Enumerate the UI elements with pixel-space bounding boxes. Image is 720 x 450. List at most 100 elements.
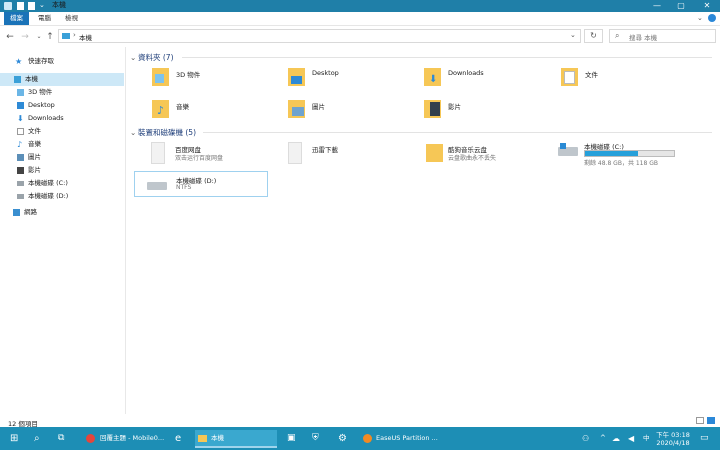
desktop-icon bbox=[291, 76, 302, 84]
network-icon bbox=[13, 209, 20, 216]
cube-icon bbox=[17, 89, 24, 96]
desktop-icon bbox=[17, 102, 24, 109]
breadcrumb-chevron-icon[interactable]: › bbox=[73, 31, 76, 39]
clock-date: 2020/4/18 bbox=[656, 439, 690, 447]
details-view-icon[interactable] bbox=[696, 417, 704, 424]
drive-usage-fill bbox=[585, 151, 638, 156]
windows-logo-icon bbox=[560, 143, 566, 149]
start-button[interactable]: ⊞ bbox=[10, 427, 18, 450]
address-dropdown-icon[interactable]: ⌄ bbox=[570, 31, 576, 39]
picture-icon bbox=[292, 107, 304, 116]
file-icon bbox=[288, 142, 302, 164]
easeus-icon bbox=[363, 434, 372, 443]
file-icon bbox=[151, 142, 165, 164]
folder-downloads[interactable]: ⬇ Downloads bbox=[424, 66, 544, 92]
up-button[interactable]: ↑ bbox=[45, 31, 55, 43]
breadcrumb-current[interactable]: 本機 bbox=[79, 32, 92, 42]
search-icon[interactable]: ⌕ bbox=[34, 427, 40, 450]
folder-desktop[interactable]: Desktop bbox=[288, 66, 408, 92]
properties-icon[interactable] bbox=[17, 2, 24, 10]
ime-indicator[interactable]: 中 bbox=[643, 427, 650, 450]
drive-usage-bar bbox=[584, 150, 675, 157]
title-bar bbox=[0, 0, 720, 12]
folder-music[interactable]: ♪ 音樂 bbox=[152, 98, 272, 124]
sidebar-item-drive-c[interactable]: 本機磁碟 (C:) bbox=[0, 177, 124, 190]
document-icon bbox=[17, 128, 24, 135]
collapse-chevron-icon[interactable]: ⌄ bbox=[130, 53, 138, 62]
sidebar-item-videos[interactable]: 影片 bbox=[0, 164, 124, 177]
recent-locations-button[interactable]: ⌄ bbox=[34, 31, 44, 43]
tab-computer[interactable]: 電腦 bbox=[32, 12, 57, 25]
device-drive-c[interactable]: 本機磁碟 (C:) 剩餘 48.8 GB，共 118 GB bbox=[557, 142, 682, 168]
forward-button[interactable]: → bbox=[20, 31, 30, 43]
edge-icon[interactable]: e bbox=[175, 427, 181, 450]
maximize-button[interactable]: ▢ bbox=[670, 0, 692, 12]
new-folder-icon[interactable] bbox=[28, 2, 35, 10]
close-button[interactable]: ✕ bbox=[696, 0, 718, 12]
cube-icon bbox=[155, 74, 164, 83]
drive-icon bbox=[147, 182, 167, 190]
folder-pictures[interactable]: 圖片 bbox=[288, 98, 408, 124]
store-icon[interactable]: ▣ bbox=[287, 427, 296, 450]
expand-ribbon-icon[interactable]: ⌄ bbox=[697, 14, 703, 22]
sidebar-item-desktop[interactable]: Desktop bbox=[0, 99, 124, 112]
window-title: 本機 bbox=[52, 1, 66, 9]
tab-view[interactable]: 檢視 bbox=[59, 12, 84, 25]
sidebar-item-drive-d[interactable]: 本機磁碟 (D:) bbox=[0, 190, 124, 203]
music-icon: ♪ bbox=[17, 140, 23, 149]
sidebar-item-3d-objects[interactable]: 3D 物件 bbox=[0, 86, 124, 99]
sidebar-item-pictures[interactable]: 圖片 bbox=[0, 151, 124, 164]
sidebar-item-quick-access[interactable]: ★ 快速存取 bbox=[0, 55, 124, 68]
section-title: 資料夾 (7) bbox=[138, 53, 174, 62]
settings-gear-icon[interactable]: ⚙ bbox=[338, 427, 347, 450]
drive-icon bbox=[17, 194, 24, 199]
device-xunlei-download[interactable]: 迅雷下載 bbox=[288, 142, 408, 168]
minimize-button[interactable]: — bbox=[646, 0, 668, 12]
device-kugou-cloud[interactable]: 酷狗音乐云盘 云盘歌曲永不丢失 bbox=[424, 142, 552, 168]
large-icons-view-icon[interactable] bbox=[707, 417, 715, 424]
network-tray-icon[interactable]: ☁ bbox=[612, 427, 620, 450]
explorer-icon bbox=[4, 2, 12, 10]
taskbar-app-chrome[interactable]: 回覆主題 - Mobile0... bbox=[84, 430, 169, 447]
show-hidden-icons[interactable]: ^ bbox=[600, 427, 606, 450]
collapse-chevron-icon[interactable]: ⌄ bbox=[130, 128, 138, 137]
tab-file[interactable]: 檔案 bbox=[4, 12, 29, 25]
divider bbox=[182, 57, 712, 58]
folder-3d-objects[interactable]: 3D 物件 bbox=[152, 66, 272, 92]
sidebar-item-this-pc[interactable]: 本機 bbox=[0, 73, 124, 86]
taskbar-app-explorer[interactable]: 本機 bbox=[195, 430, 277, 447]
folder-icon bbox=[198, 435, 207, 442]
volume-icon[interactable]: ◀ bbox=[628, 427, 634, 450]
taskbar-app-easeus[interactable]: EaseUS Partition ... bbox=[360, 430, 445, 447]
clock-time: 下午 03:18 bbox=[656, 431, 690, 439]
sidebar-item-downloads[interactable]: ⬇ Downloads bbox=[0, 112, 124, 125]
clock[interactable]: 下午 03:18 2020/4/18 bbox=[655, 429, 691, 447]
section-devices-header[interactable]: ⌄ 裝置和磁碟機 (5) bbox=[130, 127, 196, 138]
divider bbox=[203, 132, 712, 133]
notification-icon[interactable]: ▭ bbox=[700, 427, 709, 450]
customize-quick-access-icon[interactable]: ⌄ bbox=[39, 1, 45, 9]
section-folders-header[interactable]: ⌄ 資料夾 (7) bbox=[130, 52, 174, 63]
computer-icon bbox=[14, 76, 21, 83]
security-icon[interactable]: ⛨ bbox=[312, 427, 319, 450]
device-baidu-netdisk[interactable]: 百度网盘 双击运行百度网盘 bbox=[151, 142, 279, 168]
folder-icon bbox=[426, 144, 443, 162]
people-icon[interactable]: ⚇ bbox=[582, 427, 589, 450]
help-icon[interactable] bbox=[708, 14, 716, 22]
refresh-button[interactable]: ↻ bbox=[584, 29, 603, 43]
search-icon: ⌕ bbox=[615, 31, 620, 40]
back-button[interactable]: ← bbox=[5, 31, 15, 43]
folder-documents[interactable]: 文件 bbox=[561, 66, 681, 92]
search-input[interactable]: ⌕ 搜尋 本機 bbox=[609, 29, 716, 43]
download-icon: ⬇ bbox=[429, 74, 438, 85]
folder-videos[interactable]: 影片 bbox=[424, 98, 544, 124]
video-icon bbox=[17, 167, 24, 174]
device-drive-d[interactable]: 本機磁碟 (D:) NTFS bbox=[134, 171, 268, 197]
sidebar-item-documents[interactable]: 文件 bbox=[0, 125, 124, 138]
sidebar-item-music[interactable]: ♪ 音樂 bbox=[0, 138, 124, 151]
task-view-icon[interactable]: ⧉ bbox=[58, 427, 64, 450]
sidebar-item-network[interactable]: 網路 bbox=[0, 206, 124, 219]
video-icon bbox=[430, 102, 440, 116]
active-indicator bbox=[195, 446, 277, 448]
address-bar[interactable]: › 本機 ⌄ bbox=[58, 29, 581, 43]
